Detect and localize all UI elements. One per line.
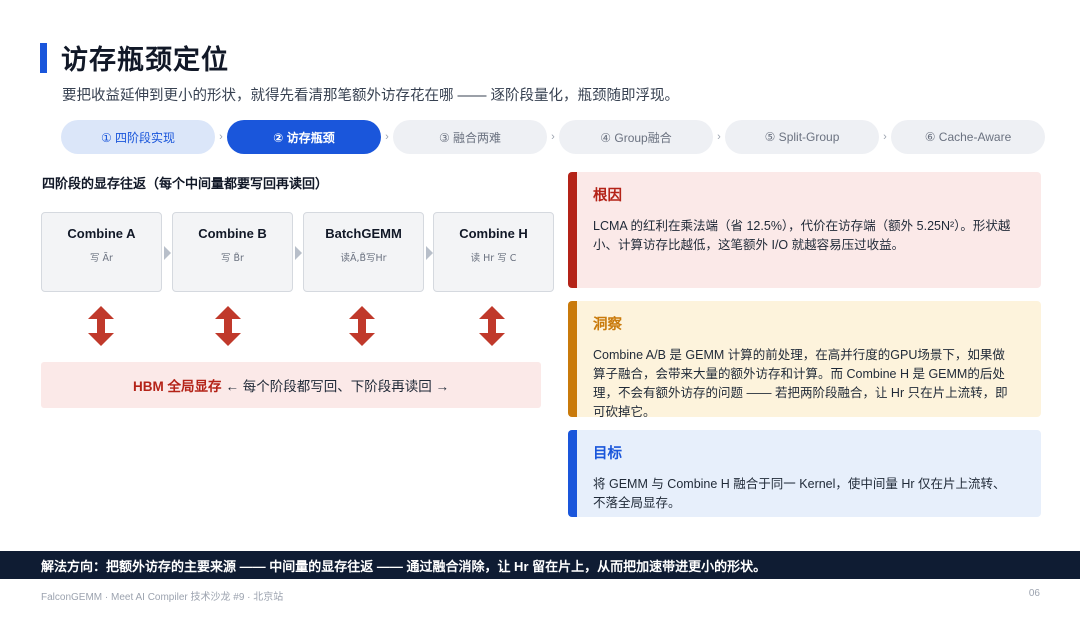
page-subtitle: 要把收益延伸到更小的形状，就得先看清那笔额外访存花在哪 —— 逐阶段量化，瓶颈随… [62,88,680,104]
chevron-right-icon: › [219,131,223,143]
stage-desc: 读Ã,B̃写Hr [340,253,387,264]
stage-name: Combine A [67,226,136,241]
card-title: 洞察 [593,317,622,333]
card-title: 根因 [593,188,622,204]
stage-name: Combine H [459,226,528,241]
stage-desc: 写 Ãr [90,253,113,264]
flow-arrow-icon [164,246,171,260]
chevron-right-icon: › [385,131,389,143]
stage-name: BatchGEMM [325,226,402,241]
chevron-right-icon: › [717,131,721,143]
page-header: 访存瓶颈定位 [40,38,229,77]
card-title: 目标 [593,446,622,462]
card-body: LCMA 的红利在乘法端（省 12.5%），代价在访存端（额外 5.25N²）。… [593,219,1011,252]
stage-combine-b: Combine B 写 B̃r [172,212,293,292]
stage-batchgemm: BatchGEMM 读Ã,B̃写Hr [303,212,424,292]
hbm-caption: ← 每个阶段都写回、下阶段再读回 → [225,379,449,394]
footer-source: FalconGEMM · Meet AI Compiler 技术沙龙 #9 · … [41,592,284,603]
flow-arrow-icon [426,246,433,260]
step-4[interactable]: ④ Group融合 [559,120,713,154]
stage-desc: 写 B̃r [221,253,244,264]
stage-combine-a: Combine A 写 Ãr [41,212,162,292]
root-cause-card: 根因 LCMA 的红利在乘法端（省 12.5%），代价在访存端（额外 5.25N… [568,172,1041,288]
title-accent-bar [40,42,47,73]
hbm-memory-bar: HBM 全局显存 ← 每个阶段都写回、下阶段再读回 → [41,362,541,408]
stage-desc: 读 Hr 写 C [470,253,517,264]
step-5[interactable]: ⑤ Split-Group [725,120,879,154]
step-6[interactable]: ⑥ Cache-Aware [891,120,1045,154]
double-arrow-vertical-icon [215,306,241,346]
page-title: 访存瓶颈定位 [61,45,229,75]
double-arrow-vertical-icon [88,306,114,346]
hbm-label: HBM 全局显存 [132,379,222,394]
card-body: 将 GEMM 与 Combine H 融合于同一 Kernel，使中间量 Hr … [593,477,1006,510]
card-body: Combine A/B 是 GEMM 计算的前处理，在高并行度的GPU场景下，如… [593,348,1008,419]
step-1[interactable]: ① 四阶段实现 [61,120,215,154]
double-arrow-vertical-icon [349,306,375,346]
page-number: 06 [1028,588,1040,599]
stage-name: Combine B [198,226,267,241]
goal-card: 目标 将 GEMM 与 Combine H 融合于同一 Kernel，使中间量 … [568,430,1041,517]
diagram-label: 四阶段的显存往返（每个中间量都要写回再读回） [42,176,329,191]
step-3[interactable]: ③ 融合两难 [393,120,547,154]
stage-combine-h: Combine H 读 Hr 写 C [433,212,554,292]
chevron-right-icon: › [883,131,887,143]
solution-banner: 解法方向：把额外访存的主要来源 —— 中间量的显存往返 —— 通过融合消除，让 … [0,551,1080,579]
step-progress: ① 四阶段实现 › ② 访存瓶颈 › ③ 融合两难 › ④ Group融合 › … [61,120,1045,154]
insight-card: 洞察 Combine A/B 是 GEMM 计算的前处理，在高并行度的GPU场景… [568,301,1041,419]
double-arrow-vertical-icon [479,306,505,346]
chevron-right-icon: › [551,131,555,143]
step-2[interactable]: ② 访存瓶颈 [227,120,381,154]
flow-arrow-icon [295,246,302,260]
